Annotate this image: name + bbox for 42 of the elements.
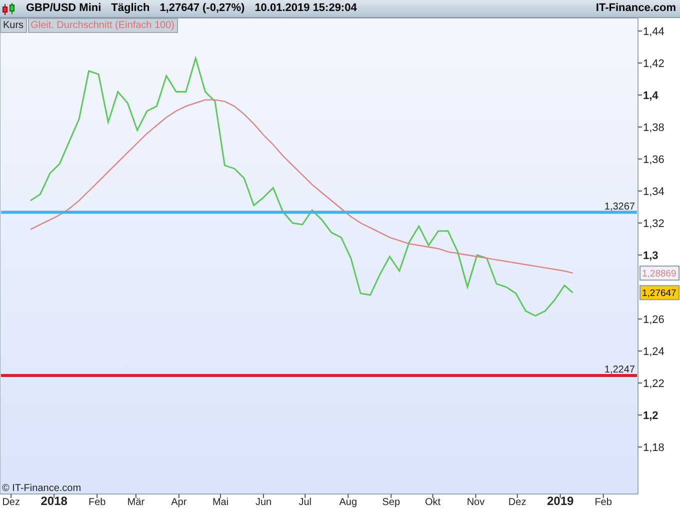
x-axis-label: Sep: [382, 497, 400, 508]
interval-label: Täglich: [111, 1, 150, 16]
x-axis-label: Okt: [424, 497, 440, 508]
y-axis-label: 1,42: [643, 58, 664, 70]
y-axis-label: 1,44: [643, 26, 664, 38]
x-axis-label: Mai: [212, 497, 229, 508]
y-axis-label: 1,32: [643, 218, 664, 230]
price-tag-label: 1,27647: [642, 288, 676, 300]
y-axis-label: 1,38: [643, 122, 664, 134]
x-axis-label: Feb: [88, 497, 106, 508]
x-axis-label: Nov: [466, 497, 485, 508]
y-axis-label: 1,22: [643, 378, 664, 390]
copyright-text: © IT-Finance.com: [2, 483, 82, 494]
x-axis-label: Jul: [298, 497, 312, 508]
candlestick-icon: [2, 2, 16, 16]
symbol-name: GBP/USD Mini: [26, 1, 102, 16]
x-axis-label: Apr: [171, 497, 187, 508]
x-axis-label: 2019: [546, 494, 574, 508]
legend-tab[interactable]: Kurs: [0, 18, 27, 33]
line-value-label: 1,3267: [604, 201, 635, 212]
y-axis-label: 1,18: [643, 442, 664, 454]
quote-text: 1,27647 (-0,27%): [160, 1, 245, 16]
horizontal-line[interactable]: [1, 210, 637, 214]
horizontal-line[interactable]: [1, 374, 637, 377]
y-axis-label: 1,4: [643, 90, 658, 102]
y-axis-label: 1,3: [643, 250, 658, 262]
x-axis-label: Dez: [2, 497, 20, 508]
y-axis-label: 1,34: [643, 186, 664, 198]
x-axis-label: Feb: [594, 497, 612, 508]
price-tag-label: 1,28869: [642, 268, 676, 280]
y-axis-label: 1,2: [643, 410, 658, 422]
x-axis-label: Mär: [127, 497, 145, 508]
y-axis-label: 1,26: [643, 314, 664, 326]
x-axis-label: Aug: [339, 497, 358, 508]
y-axis-label: 1,36: [643, 154, 664, 166]
brand-name: IT-Finance.com: [596, 1, 676, 16]
y-axis-label: 1,24: [643, 346, 664, 358]
x-axis-label: 2018: [40, 494, 68, 508]
timestamp: 10.01.2019 15:29:04: [254, 1, 357, 16]
x-axis-label: Dez: [508, 497, 526, 508]
x-axis-label: Jun: [255, 497, 272, 508]
line-value-label: 1,2247: [604, 364, 635, 376]
